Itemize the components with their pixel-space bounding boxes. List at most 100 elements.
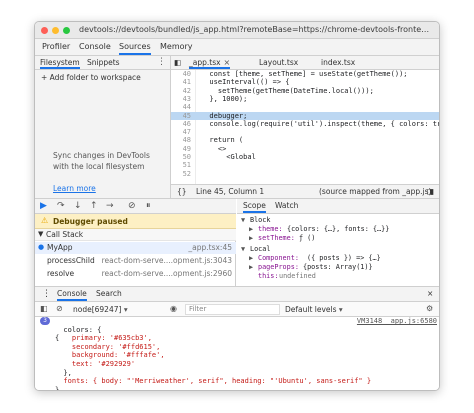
scope-item[interactable]: ▶ setTheme: ƒ ()	[237, 234, 439, 243]
tab-console-drawer[interactable]: Console	[57, 287, 87, 301]
console-message-line: 3 { VM3148 _app.js:6580	[35, 317, 439, 342]
console-message-line: background: '#fffafe',	[35, 351, 439, 360]
scope-value: undefined	[279, 272, 316, 280]
console-text: }	[55, 385, 60, 391]
frame-name: resolve	[47, 269, 75, 278]
editor-tab-layout[interactable]: Layout.tsx	[259, 56, 298, 69]
maximize-window-button[interactable]	[63, 27, 70, 34]
clear-console-icon[interactable]: ⊘	[56, 304, 63, 313]
pause-on-exceptions-icon[interactable]: ⏸	[146, 201, 151, 212]
resume-icon[interactable]: ▶	[40, 201, 47, 212]
code-line: 41 useInterval(() => {	[182, 78, 290, 87]
call-frame[interactable]: resolve react-dom-serve....opment.js:296…	[35, 268, 236, 280]
tab-search[interactable]: Search	[96, 287, 122, 301]
tab-sources[interactable]: Sources	[119, 39, 151, 55]
console-message-line: text: '#292929'	[35, 360, 439, 369]
live-expression-eye-icon[interactable]: ◉	[170, 304, 177, 313]
scope-key: this	[258, 272, 275, 280]
scope-section-label: Block	[250, 216, 271, 224]
scope-key: pageProps	[258, 263, 295, 271]
call-frame[interactable]: processChild react-dom-serve....opment.j…	[35, 255, 236, 267]
editor-tab-app[interactable]: _app.tsx ×	[189, 56, 231, 69]
console-source-link[interactable]: VM3148 _app.js:6580	[357, 317, 437, 326]
toggle-navigator-icon[interactable]: ◧	[174, 56, 181, 69]
warning-icon: ⚠	[41, 216, 49, 225]
code-line-paused: 45 debugger;	[171, 111, 439, 120]
call-stack-header[interactable]: ▼ Call Stack	[35, 229, 236, 241]
code-line: 51	[182, 161, 191, 170]
debugger-toolbar: ▶ ↷ ↓ ↑ → ⊘ ⏸	[35, 199, 236, 214]
more-options-icon[interactable]: ⋮	[157, 56, 166, 69]
console-text: background: '#fffafe',	[55, 351, 165, 360]
step-icon[interactable]: →	[106, 201, 114, 212]
console-message-line: }	[35, 385, 439, 391]
scope-section-label: Local	[250, 245, 271, 253]
code-line: 43 }, 1000);	[182, 94, 248, 103]
scope-value: ({ posts }) => {…}	[307, 254, 381, 262]
add-folder-button[interactable]: + Add folder to workspace	[41, 72, 141, 84]
step-over-icon[interactable]: ↷	[57, 201, 65, 212]
step-out-icon[interactable]: ↑	[90, 201, 98, 212]
editor-tab-label: _app.tsx	[189, 58, 221, 67]
dock-icon[interactable]: ◨	[427, 187, 434, 196]
scope-value: ƒ ()	[299, 234, 316, 242]
scope-section-block[interactable]: ▼ Block	[237, 216, 439, 225]
console-text: primary: '#635cb3',	[55, 334, 152, 343]
step-into-icon[interactable]: ↓	[74, 201, 82, 212]
console-settings-gear-icon[interactable]: ⚙	[426, 304, 433, 313]
tab-console[interactable]: Console	[79, 39, 111, 55]
chevron-right-icon: ▶	[249, 263, 254, 271]
deactivate-breakpoints-icon[interactable]: ⊘	[128, 201, 136, 212]
close-drawer-icon[interactable]: ×	[427, 287, 433, 301]
console-text: text: '#292929'	[55, 360, 136, 368]
tab-memory[interactable]: Memory	[160, 39, 193, 55]
context-selector[interactable]: node[69247] ▾	[73, 304, 177, 315]
frame-location[interactable]: _app.tsx:45	[188, 243, 232, 252]
console-message-line: },	[35, 368, 439, 378]
sidebar-toggle-icon[interactable]: ◧	[40, 304, 48, 313]
console-message-line: colors: {	[35, 326, 439, 335]
learn-more-link[interactable]: Learn more	[53, 184, 96, 193]
frame-name: MyApp	[47, 243, 73, 252]
close-tab-icon[interactable]: ×	[224, 58, 231, 67]
code-editor[interactable]: 40 const [theme, setTheme] = useState(ge…	[171, 70, 440, 184]
code-line: 46 console.log(require('util').inspect(t…	[182, 119, 440, 128]
cursor-position: Line 45, Column 1	[196, 187, 265, 196]
tab-watch[interactable]: Watch	[275, 199, 298, 213]
console-tab-bar: ⋮ Console Search ×	[35, 287, 439, 302]
code-line: 44	[182, 103, 191, 112]
console-filter-input[interactable]: Filter	[185, 304, 280, 315]
scope-item[interactable]: ▶ pageProps: {posts: Array(1)}	[237, 263, 439, 272]
scope-item[interactable]: ▶ theme: {colors: {…}, fonts: {…}}	[237, 225, 439, 234]
editor-tab-index[interactable]: index.tsx	[321, 56, 355, 69]
current-frame-icon: ●	[38, 243, 45, 251]
tab-profiler[interactable]: Profiler	[42, 39, 70, 55]
main-tab-bar: Profiler Console Sources Memory	[35, 39, 439, 56]
console-text: },	[55, 368, 72, 377]
code-line: 40 const [theme, setTheme] = useState(ge…	[182, 70, 408, 78]
tab-filesystem[interactable]: Filesystem	[40, 56, 80, 69]
editor-pane: ◧ _app.tsx × Layout.tsx index.tsx 40 cons…	[171, 56, 440, 198]
code-line: 48 return (	[182, 136, 244, 145]
console-message-line: secondary: '#ffd615',	[35, 343, 439, 352]
close-window-button[interactable]	[41, 27, 48, 34]
call-frame[interactable]: ● MyApp _app.tsx:45	[35, 242, 236, 254]
log-levels-dropdown[interactable]: Default levels ▾	[285, 304, 419, 315]
source-map-info[interactable]: (source mapped from _app.js)	[319, 187, 431, 196]
code-line: 50 <Global	[182, 153, 256, 161]
debugger-paused-label: Debugger paused	[53, 217, 128, 226]
tab-scope[interactable]: Scope	[243, 199, 266, 213]
minimize-window-button[interactable]	[52, 27, 59, 34]
scope-item[interactable]: ▶ Component:({ posts }) => {…}	[237, 254, 439, 263]
scope-section-local[interactable]: ▼ Local	[237, 245, 439, 254]
editor-tab-bar: ◧ _app.tsx × Layout.tsx index.tsx	[171, 56, 439, 70]
frame-location[interactable]: react-dom-serve....opment.js:3043	[102, 256, 232, 265]
tab-snippets[interactable]: Snippets	[87, 56, 120, 69]
pretty-print-button[interactable]: {}	[177, 187, 187, 196]
call-stack-label: Call Stack	[46, 230, 84, 239]
debugger-paused-banner: ⚠ Debugger paused	[35, 214, 236, 229]
drawer-menu-icon[interactable]: ⋮	[42, 287, 51, 301]
sync-message: Sync changes in DevTools with the local …	[53, 151, 150, 171]
frame-location[interactable]: react-dom-serve....opment.js:2960	[102, 269, 232, 278]
chevron-down-icon: ▼	[38, 230, 44, 238]
